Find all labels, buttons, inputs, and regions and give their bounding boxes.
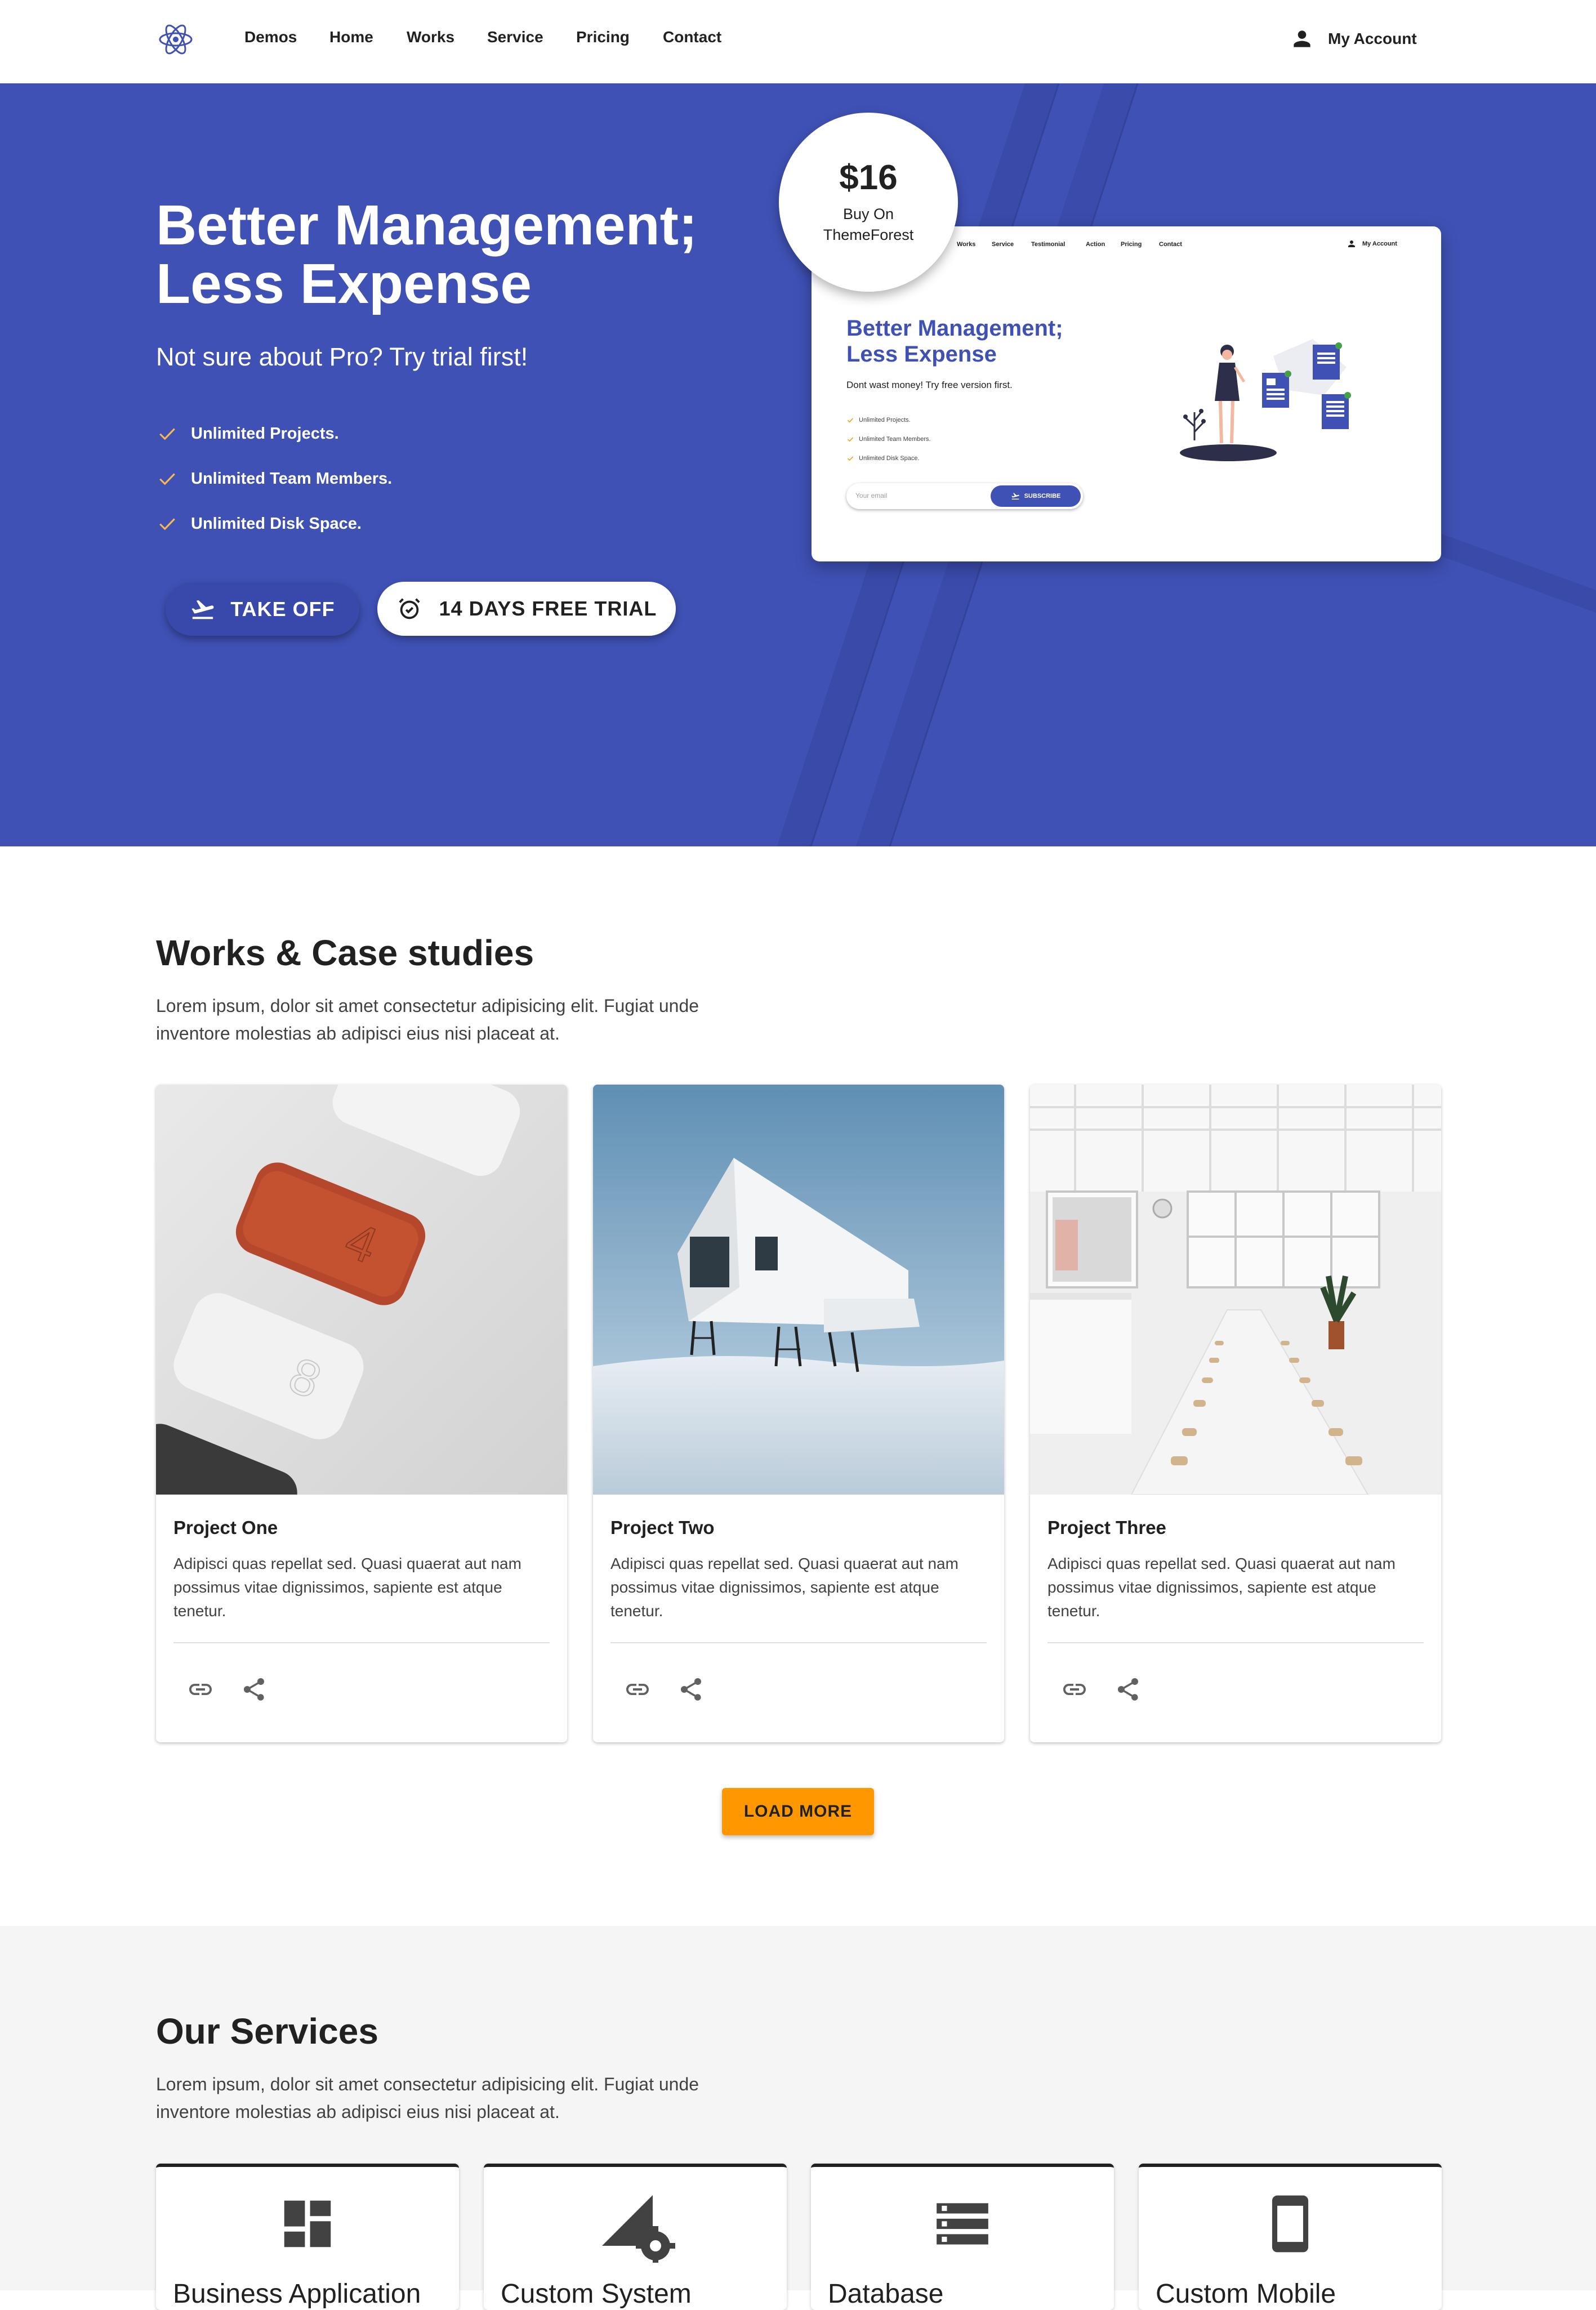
card-divider [173,1642,550,1643]
preview-title: Better Management; Less Expense [846,316,1063,367]
link-icon[interactable] [187,1676,214,1703]
take-off-button[interactable]: TAKE OFF [166,583,359,636]
service-card-custom-system[interactable]: Custom System [484,2164,787,2310]
my-account-label: My Account [1328,30,1417,47]
person-icon [1294,30,1310,47]
card-divider [1047,1642,1424,1643]
free-trial-button[interactable]: 14 DAYS FREE TRIAL [377,582,676,636]
works-description: Lorem ipsum, dolor sit amet consectetur … [156,996,699,1043]
flight-takeoff-icon [191,600,214,619]
load-more-button[interactable]: LOAD MORE [722,1788,874,1835]
service-label: Database [828,2279,944,2309]
top-navbar: Demos Home Works Service Pricing Contact… [0,0,1596,83]
feature-item: Unlimited Team Members. [156,469,392,488]
preview-account: My Account [1347,239,1397,249]
price-value: $16 [839,158,898,197]
service-card-database[interactable]: Database [811,2164,1114,2310]
card-text: Adipisci quas repellat sed. Quasi quaera… [173,1555,521,1620]
person-icon [1348,240,1355,247]
service-label: Custom System [501,2279,692,2309]
card-title: Project Three [1047,1517,1166,1538]
card-title: Project One [173,1517,278,1538]
price-badge[interactable]: $16 Buy On ThemeForest [779,113,958,292]
price-line2: ThemeForest [823,226,914,243]
nav-service[interactable]: Service [487,28,543,46]
link-icon[interactable] [624,1676,651,1703]
nav-home[interactable]: Home [329,28,373,46]
service-label: Custom Mobile [1156,2279,1336,2309]
preview-feature: Unlimited Disk Space. [846,455,920,462]
project-one-image: 4 8 [156,1085,567,1495]
atom-logo-icon[interactable] [158,21,194,57]
card-text: Adipisci quas repellat sed. Quasi quaera… [1047,1555,1396,1620]
check-icon [847,456,854,461]
feature-item: Unlimited Projects. [156,424,339,443]
card-title: Project Two [610,1517,715,1538]
services-description: Lorem ipsum, dolor sit amet consectetur … [156,2074,699,2122]
project-card[interactable]: 4 8 Project One Adipisci quas repellat s… [156,1085,567,1742]
check-icon [159,473,175,485]
settings-cell-icon [602,2195,675,2263]
hero-subtitle: Not sure about Pro? Try trial first! [156,342,528,371]
hero-title: Better Management; Less Expense [156,194,698,315]
preview-feature: Unlimited Projects. [846,417,911,423]
service-card-custom-mobile[interactable]: Custom Mobile [1139,2164,1442,2310]
services-title: Our Services [156,2011,378,2052]
smartphone-icon [1272,2195,1309,2253]
preview-nav-item: Contact [1159,241,1182,248]
flight-takeoff-icon [1011,493,1019,500]
preview-nav-item: Service [992,241,1014,248]
feature-item: Unlimited Disk Space. [156,514,362,533]
preview-email-field: Your email SUBSCRIBE [846,483,1083,509]
link-icon[interactable] [1061,1676,1088,1703]
nav-pricing[interactable]: Pricing [576,28,630,46]
nav-works[interactable]: Works [407,28,454,46]
project-three-image [1030,1085,1441,1495]
works-title: Works & Case studies [156,933,534,973]
nav-demos[interactable]: Demos [244,28,297,46]
preview-subtitle: Dont wast money! Try free version first. [846,380,1013,390]
preview-nav-item: Works [957,241,976,248]
alarm-clock-icon [399,598,420,619]
project-card[interactable]: Project Three Adipisci quas repellat sed… [1030,1085,1441,1742]
share-icon[interactable] [1114,1676,1142,1703]
preview-nav-item: Testimonial [1031,241,1066,248]
dashboard-icon [284,2200,331,2247]
preview-nav-item: Pricing [1121,241,1142,248]
nav-contact[interactable]: Contact [663,28,721,46]
project-two-image [593,1085,1004,1495]
card-text: Adipisci quas repellat sed. Quasi quaera… [610,1555,959,1620]
check-icon [847,418,854,423]
preview-subscribe-button: SUBSCRIBE [991,485,1081,507]
preview-nav-item: Action [1086,241,1105,248]
share-icon[interactable] [677,1676,705,1703]
storage-icon [937,2203,988,2245]
project-card[interactable]: Project Two Adipisci quas repellat sed. … [593,1085,1004,1742]
preview-feature: Unlimited Team Members. [846,436,931,443]
service-label: Business Application [173,2279,421,2309]
check-icon [159,428,175,440]
price-line1: Buy On [842,206,894,222]
card-divider [610,1642,987,1643]
check-icon [847,437,854,442]
woman-documents-illustration [1180,339,1351,461]
my-account-button[interactable]: My Account [1290,25,1417,53]
check-icon [159,518,175,530]
share-icon[interactable] [240,1676,268,1703]
service-card-business[interactable]: Business Application [156,2164,459,2310]
